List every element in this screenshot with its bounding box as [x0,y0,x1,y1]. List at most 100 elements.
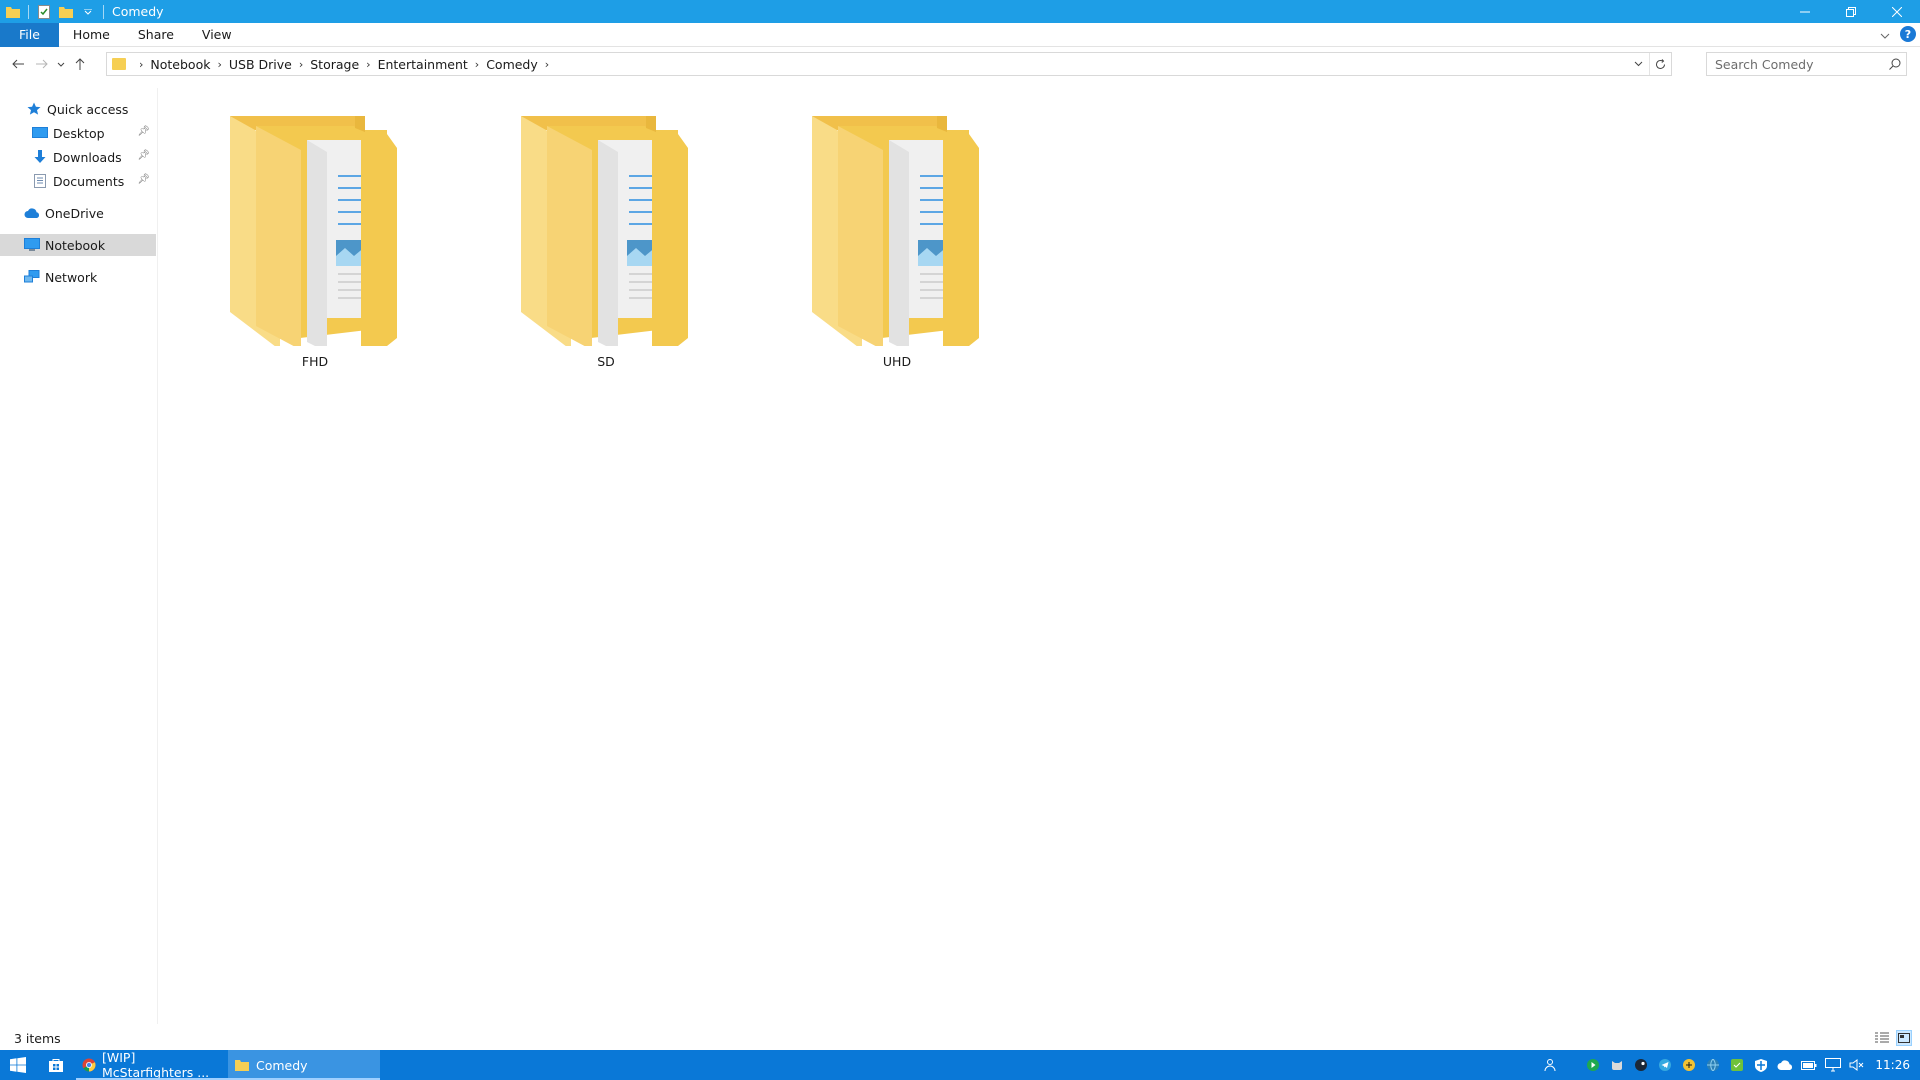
sidebar-item-onedrive[interactable]: OneDrive [0,202,156,224]
breadcrumb-separator[interactable]: › [475,58,479,71]
taskbar-task-label: [WIP] McStarfighters ... [102,1050,210,1080]
pin-icon[interactable]: 📌︎ [137,174,150,185]
address-bar-controls [1627,53,1671,75]
tray-spacer [1563,1050,1581,1080]
up-button[interactable] [68,52,92,76]
properties-icon[interactable] [36,4,52,20]
tab-file[interactable]: File [0,22,59,47]
breadcrumb-separator[interactable]: › [545,58,549,71]
breadcrumb-separator[interactable]: › [139,58,143,71]
window-controls [1782,0,1920,23]
help-icon[interactable]: ? [1900,26,1916,42]
star-icon [26,101,42,117]
media-play-icon[interactable] [1581,1050,1605,1080]
minimize-icon [1800,11,1810,12]
steam-icon[interactable] [1629,1050,1653,1080]
customize-dropdown-icon[interactable] [80,4,96,20]
sidebar-item-documents[interactable]: Documents 📌︎ [0,170,156,192]
forward-arrow-icon [36,59,48,69]
security-shield-icon[interactable] [1749,1050,1773,1080]
taskbar: [WIP] McStarfighters ... Comedy 11:26 [0,1050,1920,1080]
expand-ribbon-icon[interactable] [1880,27,1890,42]
recent-locations-button[interactable] [54,52,68,76]
title-bar: Comedy [0,0,1920,23]
onedrive-icon[interactable] [1773,1050,1797,1080]
folder-item-sd[interactable]: SD [511,116,701,386]
folder-name: SD [597,354,615,369]
folder-icon [112,58,126,70]
refresh-icon [1656,58,1665,69]
back-arrow-icon [12,59,24,69]
desktop-icon [32,125,48,141]
large-icons-view-icon[interactable] [1896,1030,1912,1046]
window-title: Comedy [112,4,164,19]
tab-home[interactable]: Home [59,23,124,47]
refresh-button[interactable] [1649,53,1671,75]
telegram-icon[interactable] [1653,1050,1677,1080]
folder-item-fhd[interactable]: FHD [220,116,410,386]
close-icon [1892,6,1902,17]
volume-muted-icon[interactable] [1845,1050,1869,1080]
network-status-icon[interactable] [1821,1050,1845,1080]
breadcrumb-usb-drive[interactable]: USB Drive [229,57,292,72]
sidebar-item-downloads[interactable]: Downloads 📌︎ [0,146,156,168]
sync-app-icon[interactable] [1725,1050,1749,1080]
cat-app-icon[interactable] [1605,1050,1629,1080]
folder-icon [521,116,688,346]
tab-view[interactable]: View [188,23,246,47]
store-button[interactable] [36,1050,76,1080]
store-icon [49,1059,63,1072]
sidebar-item-label: Quick access [47,101,129,117]
pin-icon[interactable]: 📌︎ [137,150,150,161]
breadcrumb-storage[interactable]: Storage [310,57,359,72]
restore-button[interactable] [1828,0,1874,23]
navigation-pane: Quick access Desktop 📌︎ Downloads 📌︎ Doc… [0,88,158,1024]
sidebar-item-quick-access[interactable]: Quick access [0,98,156,120]
search-input[interactable]: Search Comedy [1707,57,1884,72]
clock[interactable]: 11:26 [1869,1058,1920,1072]
folder-item-uhd[interactable]: UHD [802,116,992,386]
breadcrumb-separator[interactable]: › [366,58,370,71]
people-icon[interactable] [1539,1050,1563,1080]
restore-icon [1846,6,1856,17]
windows-logo-icon [10,1057,26,1073]
sidebar-item-network[interactable]: Network [0,266,156,288]
breadcrumb-notebook[interactable]: Notebook [150,57,210,72]
pin-icon[interactable]: 📌︎ [137,126,150,137]
chrome-icon [82,1057,96,1073]
breadcrumb-comedy[interactable]: Comedy [486,57,538,72]
taskbar-task-explorer[interactable]: Comedy [228,1050,380,1080]
search-icon[interactable] [1884,53,1906,75]
close-button[interactable] [1874,0,1920,23]
folder-name: FHD [301,354,329,369]
breadcrumb-separator[interactable]: › [217,58,221,71]
details-view-icon[interactable] [1874,1030,1890,1046]
new-folder-icon[interactable] [58,4,74,20]
back-button[interactable] [6,52,30,76]
ribbon-right-controls: ? [1880,26,1916,42]
breadcrumb-entertainment[interactable]: Entertainment [378,57,468,72]
start-button[interactable] [0,1050,36,1080]
taskbar-task-chrome[interactable]: [WIP] McStarfighters ... [76,1050,228,1080]
forward-button[interactable] [30,52,54,76]
minimize-button[interactable] [1782,0,1828,23]
app-tray-icon[interactable] [1677,1050,1701,1080]
breadcrumb-separator[interactable]: › [299,58,303,71]
tab-share[interactable]: Share [124,23,188,47]
chevron-down-icon [1634,61,1642,67]
up-arrow-icon [75,58,85,70]
sidebar-item-label: Documents [53,173,125,189]
globe-icon[interactable] [1701,1050,1725,1080]
address-history-button[interactable] [1627,53,1649,75]
battery-icon[interactable] [1797,1050,1821,1080]
folder-icon [5,4,21,20]
taskbar-task-label: Comedy [256,1057,308,1073]
folder-icon [234,1057,250,1073]
sidebar-item-desktop[interactable]: Desktop 📌︎ [0,122,156,144]
search-box[interactable]: Search Comedy [1706,52,1907,76]
sidebar-item-label: Downloads [53,149,122,165]
view-switcher [1874,1030,1912,1046]
sidebar-item-notebook[interactable]: Notebook [0,234,156,256]
documents-icon [32,173,48,189]
address-bar[interactable]: › Notebook › USB Drive › Storage › Enter… [106,52,1672,76]
